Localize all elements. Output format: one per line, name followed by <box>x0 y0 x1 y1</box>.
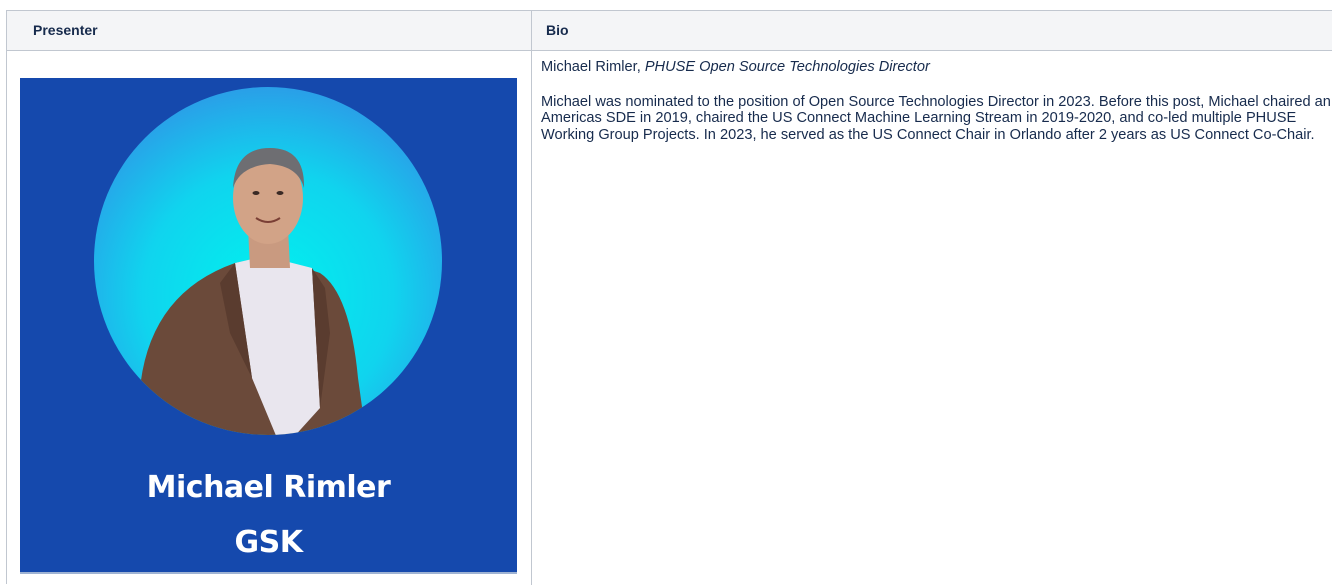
bio-cell: Michael Rimler, PHUSE Open Source Techno… <box>532 51 1332 585</box>
table-header-row: Presenter Bio <box>7 11 1332 51</box>
table-row: Michael Rimler GSK Michael Rimler, PHUSE… <box>7 51 1332 585</box>
header-bio: Bio <box>546 22 569 38</box>
presenter-table: Presenter Bio Michael Rimler GSK Michael… <box>6 10 1332 585</box>
photo-caption-name: Michael Rimler <box>146 470 391 505</box>
bio-heading: Michael Rimler, PHUSE Open Source Techno… <box>541 59 1332 76</box>
bio-paragraph: Michael was nominated to the position of… <box>541 93 1331 143</box>
photo-underline <box>20 572 517 574</box>
bio-title: PHUSE Open Source Technologies Director <box>644 59 930 75</box>
bio-name: Michael Rimler <box>541 59 637 75</box>
photo-caption-org: GSK <box>234 525 303 560</box>
presenter-photo: Michael Rimler GSK <box>20 78 517 572</box>
presenter-cell: Michael Rimler GSK <box>7 51 532 585</box>
bio-separator: , <box>636 59 641 75</box>
header-presenter: Presenter <box>7 11 532 50</box>
